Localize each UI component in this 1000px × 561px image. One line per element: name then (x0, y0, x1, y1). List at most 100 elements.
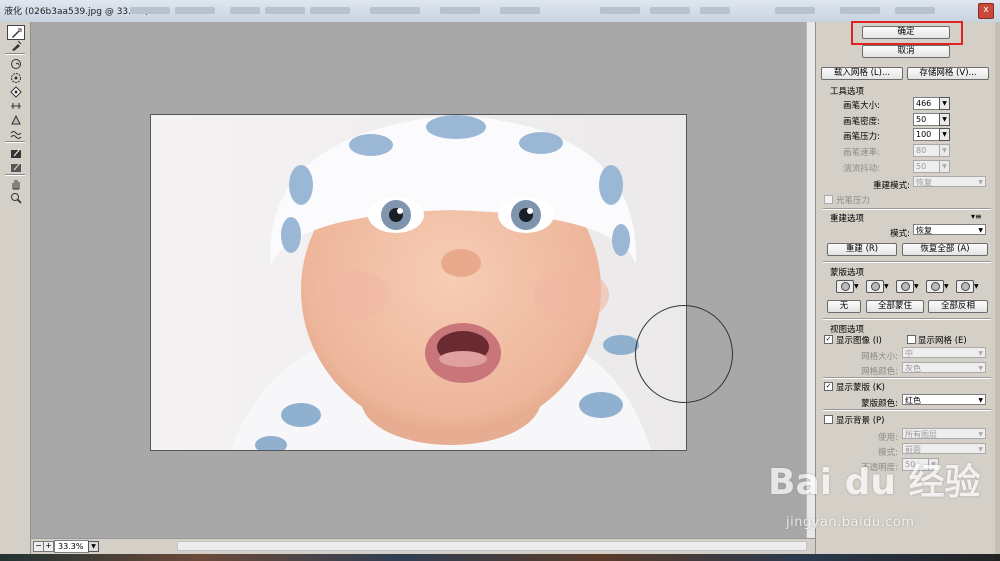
show-backdrop-checkbox[interactable] (824, 415, 833, 424)
blurred-menu (265, 7, 305, 14)
freeze-mask-icon (11, 148, 21, 158)
blurred-menu (440, 7, 480, 14)
taskbar-strip (0, 554, 1000, 561)
forward-warp-tool[interactable] (7, 25, 25, 40)
brush-rate-field[interactable]: 80 (913, 144, 941, 157)
window-title: 液化 (026b3aa539.jpg @ 33.3%) (4, 7, 149, 17)
push-left-icon (11, 102, 21, 109)
reconstruct-icon (12, 40, 22, 51)
brush-rate-dropdown[interactable]: ▼ (939, 144, 950, 157)
zoom-bar: − + 33.3% ▼ (31, 538, 815, 555)
chevron-down-icon: ▼ (978, 350, 983, 357)
zoom-dropdown-button[interactable]: ▼ (88, 541, 99, 552)
push-left-tool[interactable] (8, 99, 24, 112)
mesh-size-value: 中 (905, 349, 913, 358)
brush-pressure-field[interactable]: 100 (913, 128, 941, 141)
turbulent-jitter-dropdown[interactable]: ▼ (939, 160, 950, 173)
turbulent-jitter-field[interactable]: 50 (913, 160, 941, 173)
brush-size-dropdown[interactable]: ▼ (939, 97, 950, 110)
load-mesh-button[interactable]: 载入网格 (L)... (821, 67, 903, 80)
chevron-down-icon: ▼ (978, 431, 983, 438)
hand-tool[interactable] (8, 177, 24, 190)
backdrop-use-select[interactable]: 所有图层 ▼ (902, 428, 986, 439)
add-to-mask-button[interactable] (866, 280, 884, 293)
chevron-down-icon: ▼ (914, 283, 919, 290)
mask-subtract-icon (901, 282, 910, 291)
show-image-checkbox[interactable]: ✓ (824, 335, 833, 344)
brush-pressure-label: 画笔压力: (843, 132, 880, 142)
zoom-tool[interactable] (8, 191, 24, 204)
show-mask-checkbox[interactable]: ✓ (824, 382, 833, 391)
reconstruct-button[interactable]: 重建 (R) (827, 243, 897, 256)
backdrop-use-value: 所有图层 (905, 430, 937, 439)
chevron-down-icon: ▼ (854, 283, 859, 290)
brush-density-dropdown[interactable]: ▼ (939, 113, 950, 126)
brush-density-field[interactable]: 50 (913, 113, 941, 126)
forward-warp-icon (12, 28, 22, 38)
toolbox-divider (5, 141, 25, 143)
zoom-in-button[interactable]: + (43, 541, 54, 552)
mask-none-button[interactable]: 无 (827, 300, 861, 313)
canvas-horizontal-scrollbar[interactable] (177, 541, 807, 551)
mask-invert-icon (961, 282, 970, 291)
mesh-color-value: 灰色 (905, 364, 921, 373)
chevron-down-icon: ▼ (944, 283, 949, 290)
window-close-button[interactable]: x (978, 3, 994, 19)
mirror-icon (11, 114, 21, 124)
bloat-tool[interactable] (8, 85, 24, 98)
mask-color-select[interactable]: 红色 ▼ (902, 394, 986, 405)
mask-all-button[interactable]: 全部蒙住 (866, 300, 924, 313)
turbulence-icon (10, 130, 22, 139)
blurred-menu (600, 7, 640, 14)
stylus-pressure-checkbox[interactable] (824, 195, 833, 204)
show-backdrop-label: 显示背景 (P) (836, 416, 885, 426)
zoom-icon (11, 192, 22, 204)
baby-photo-preview[interactable] (150, 114, 687, 451)
replace-selection-mask-button[interactable] (836, 280, 854, 293)
invert-all-button[interactable]: 全部反相 (928, 300, 988, 313)
baidu-jingyan-watermark: Bai du 经验 jingyan.baidu.com (764, 453, 984, 543)
save-mesh-button[interactable]: 存储网格 (V)... (907, 67, 989, 80)
reconstruct-options-mode-select[interactable]: 恢复 ▼ (913, 224, 986, 235)
intersect-mask-button[interactable] (926, 280, 944, 293)
restore-all-button[interactable]: 恢复全部 (A) (902, 243, 988, 256)
show-mesh-label: 显示网格 (E) (918, 336, 967, 346)
cancel-button[interactable]: 取消 (862, 45, 950, 58)
brush-size-field[interactable]: 466 (913, 97, 941, 110)
reconstruct-mode-select[interactable]: 恢复 ▼ (913, 176, 986, 187)
chevron-down-icon: ▼ (978, 227, 983, 234)
pucker-icon (11, 72, 21, 83)
reconstruct-tool[interactable] (8, 39, 24, 52)
subtract-from-mask-button[interactable] (896, 280, 914, 293)
show-mesh-checkbox[interactable] (907, 335, 916, 344)
freeze-mask-tool[interactable] (8, 146, 24, 159)
panel-menu-icon[interactable]: ▾≡ (971, 212, 982, 221)
brush-rate-label: 画笔速率: (843, 148, 880, 158)
backdrop-use-label: 使用: (878, 433, 898, 443)
mesh-color-select[interactable]: 灰色 ▼ (902, 362, 986, 373)
blurred-menu (650, 7, 690, 14)
mesh-size-select[interactable]: 中 ▼ (902, 347, 986, 358)
window-title-bar: 液化 (026b3aa539.jpg @ 33.3%) x (0, 0, 1000, 23)
turbulent-jitter-label: 湍流抖动: (843, 164, 880, 174)
hand-icon (12, 179, 20, 189)
blurred-menu (130, 7, 170, 14)
brush-pressure-dropdown[interactable]: ▼ (939, 128, 950, 141)
zoom-level-field[interactable]: 33.3% (54, 540, 89, 553)
twirl-tool[interactable] (8, 57, 24, 70)
brush-density-label: 画笔密度: (843, 117, 880, 127)
panel-scrollbar[interactable] (995, 22, 1000, 554)
baby-photo-illustration (151, 115, 686, 450)
invert-mask-button[interactable] (956, 280, 974, 293)
twirl-icon (11, 58, 21, 69)
thaw-mask-icon (11, 162, 21, 172)
turbulence-tool[interactable] (8, 127, 24, 140)
watermark-url: jingyan.baidu.com (786, 515, 915, 530)
pucker-tool[interactable] (8, 71, 24, 84)
reconstruct-options-mode-value: 恢复 (916, 226, 932, 235)
mirror-tool[interactable] (8, 113, 24, 126)
bloat-icon (10, 85, 22, 98)
section-divider (823, 261, 991, 263)
thaw-mask-tool[interactable] (8, 160, 24, 173)
mask-intersect-icon (931, 282, 940, 291)
